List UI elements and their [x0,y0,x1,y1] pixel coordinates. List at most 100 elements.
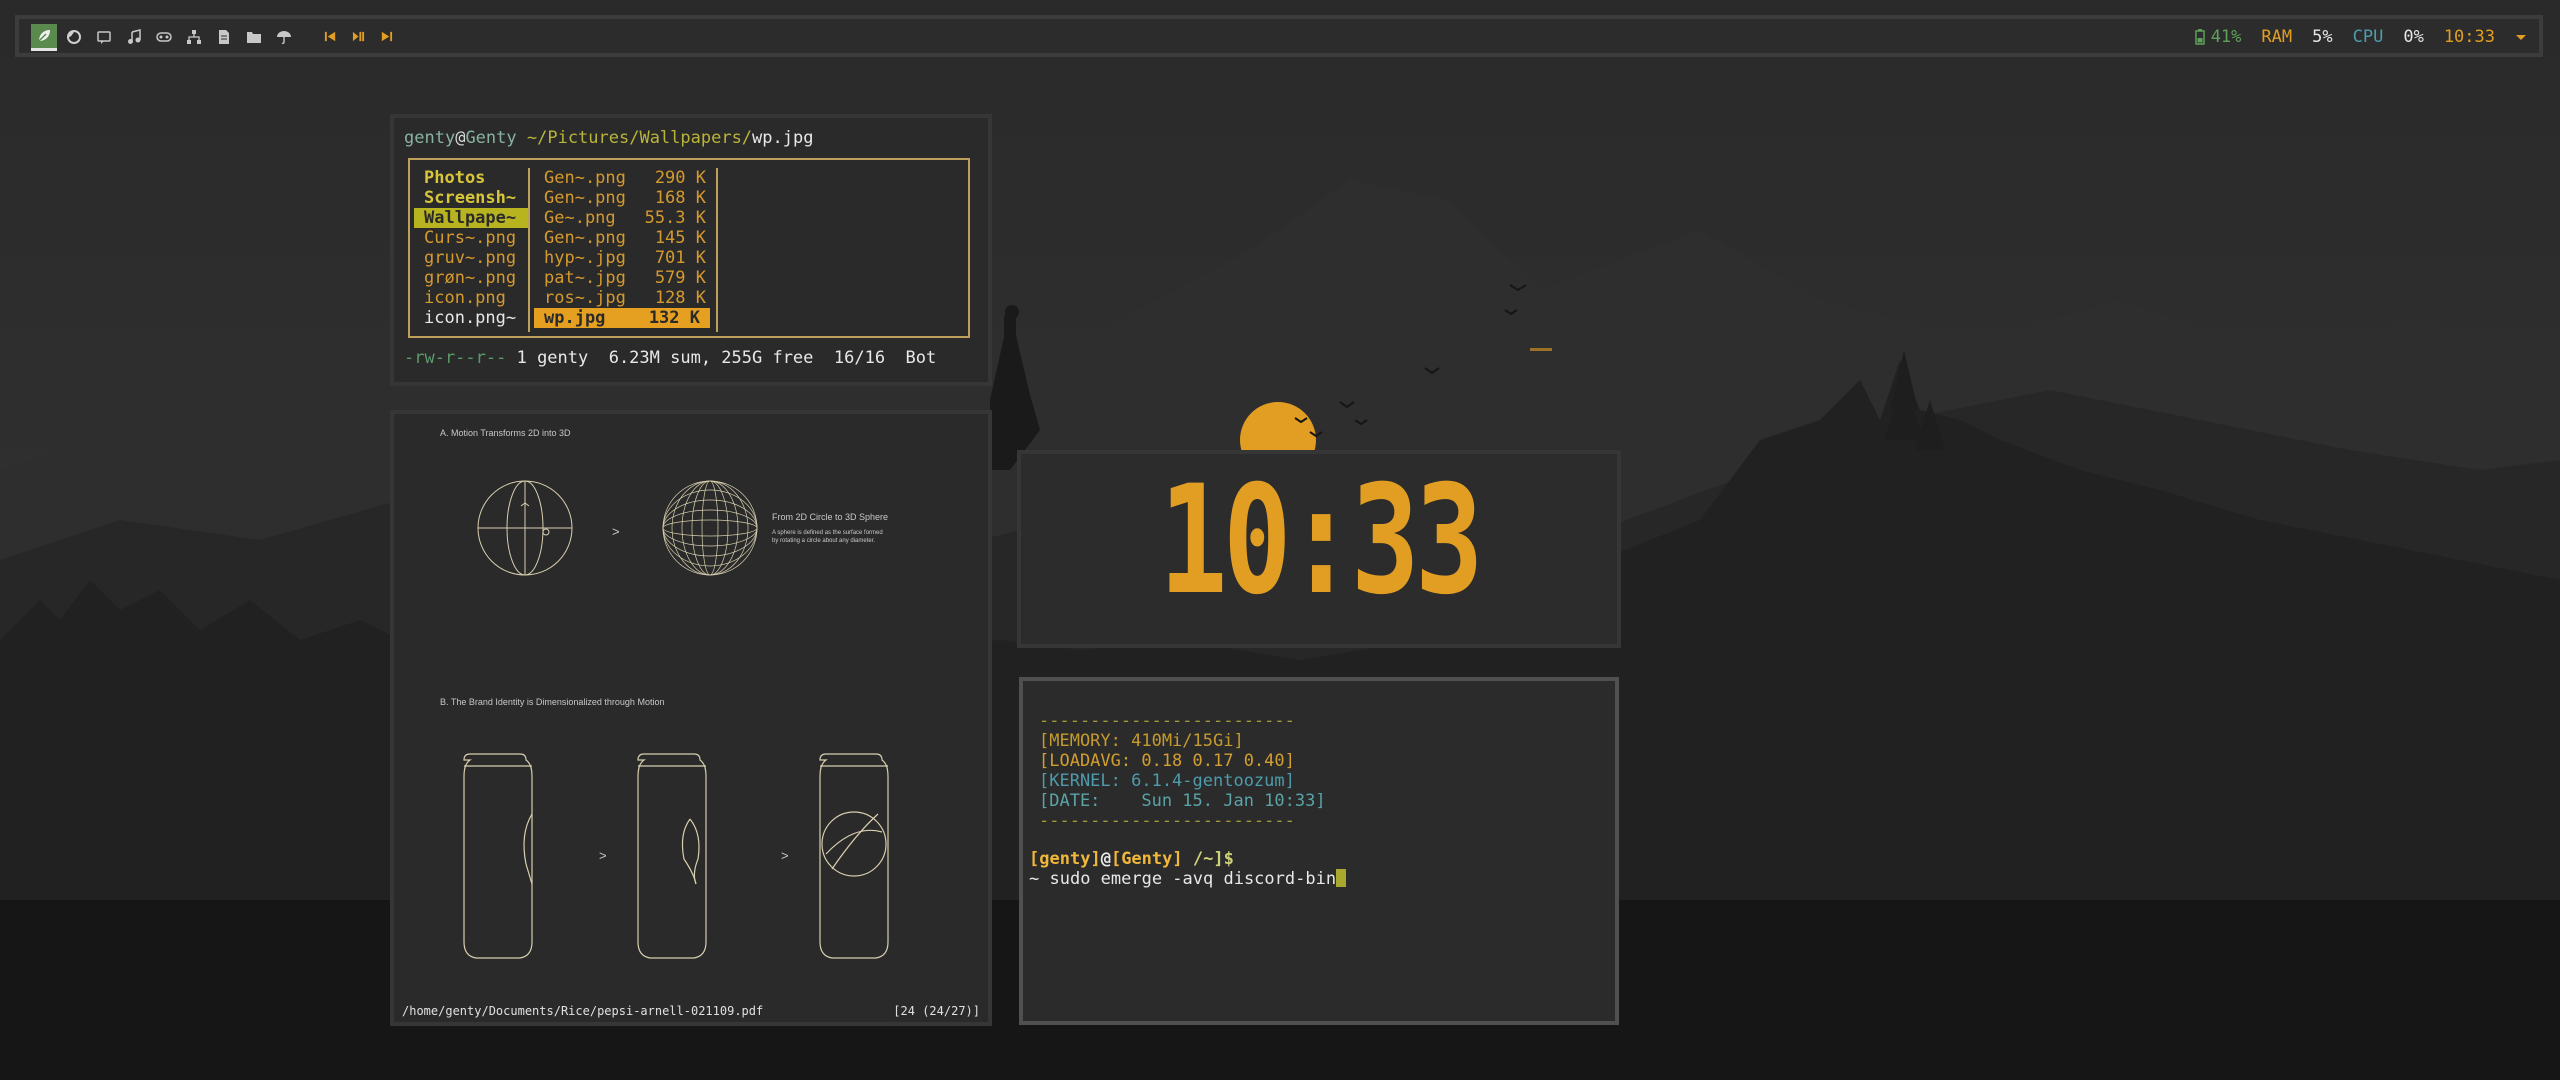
file-entry[interactable]: Gen~.png 145 K [530,228,716,248]
loadavg-line: [LOADAVG: 0.18 0.17 0.40] [1039,751,1295,771]
file-name: pat~.jpg [544,268,626,288]
document-icon[interactable] [211,24,237,50]
file-name: ros~.jpg [544,288,626,308]
file-permissions: -rw-r--r-- [404,348,507,368]
file-entry[interactable]: hyp~.jpg 701 K [530,248,716,268]
file-manager-header: genty@Genty ~/Pictures/Wallpapers/wp.jpg [404,128,814,148]
host-name: Genty [465,128,517,148]
file-size: 128 K [654,288,706,308]
file-info: 1 genty 6.23M sum, 255G free 16/16 Bot [506,348,937,368]
next-icon[interactable] [377,27,395,45]
ram-status[interactable]: RAM [2261,27,2292,47]
current-path: ~/Pictures/Wallpapers/ [526,128,753,148]
gamepad-icon[interactable] [151,24,177,50]
file-size: 168 K [654,188,706,208]
date-line: [DATE: Sun 15. Jan 10:33] [1039,791,1326,811]
workspace-leaf-icon[interactable] [31,24,57,51]
clock-window: 10:33 [1017,450,1621,648]
file-size: 55.3 K [644,208,706,228]
section-b-heading: B. The Brand Identity is Dimensionalized… [440,697,665,707]
pdf-file-path: /home/genty/Documents/Rice/pepsi-arnell-… [402,1004,764,1018]
file-manager-window[interactable]: genty@Genty ~/Pictures/Wallpapers/wp.jpg… [390,114,992,386]
clock-text: 10:33 [1159,454,1479,628]
file-entry[interactable]: Gen~.png 168 K [530,188,716,208]
parent-entry[interactable]: icon.png [410,288,528,308]
clock-display: 10:33 [1159,454,1485,628]
cpu-value: 0% [2403,27,2424,47]
sphere-diagram [662,480,758,576]
circle-diagram [477,480,573,576]
parent-entry[interactable]: gruv~.png [410,248,528,268]
ram-label: RAM [2261,27,2293,47]
file-entry[interactable]: Ge~.png 55.3 K [530,208,716,228]
prompt-user: genty [1039,849,1091,869]
shell-prompt: [genty]@[Genty] /~]$ [1029,849,1234,869]
file-name: hyp~.jpg [544,248,626,268]
firefox-icon[interactable] [61,24,87,50]
menu-chevron-icon[interactable] [2515,32,2527,42]
memory-line: [MEMORY: 410Mi/15Gi] [1039,731,1244,751]
sphere-title: From 2D Circle to 3D Sphere [772,512,889,522]
music-icon[interactable] [121,24,147,50]
current-column: Gen~.png 290 K Gen~.png 168 K Ge~.png 55.3 KG… [530,168,718,332]
command-text: sudo emerge -avq discord-bin [1049,869,1337,889]
prompt-host: Genty [1121,849,1173,869]
file-name: Ge~.png [544,208,616,228]
file-size: 132 K [648,308,700,328]
folder-icon[interactable] [241,24,267,50]
cpu-label: CPU [2352,27,2384,47]
parent-entry[interactable]: Photos [410,168,528,188]
current-file: wp.jpg [752,128,814,148]
file-name: Gen~.png [544,188,626,208]
parent-entry[interactable]: icon.png~ [410,308,528,328]
network-icon[interactable] [181,24,207,50]
top-bar: 41% RAM 5% CPU 0% 10:33 [15,15,2543,57]
arrow-3: > [781,848,789,863]
ram-value: 5% [2312,27,2333,47]
terminal-window[interactable]: ------------------------- [MEMORY: 410Mi… [1019,677,1619,1025]
pdf-page-indicator: [24 (24/27)] [893,1004,980,1018]
file-name: Gen~.png [544,168,626,188]
pdf-page [463,480,889,959]
file-name: wp.jpg [544,308,606,328]
file-size: 145 K [654,228,706,248]
battery-value: 41% [2210,27,2242,47]
parent-entry[interactable]: Curs~.png [410,228,528,248]
section-a-heading: A. Motion Transforms 2D into 3D [440,428,571,438]
parent-entry[interactable]: grøn~.png [410,268,528,288]
text-cursor [1336,869,1347,887]
file-entry[interactable]: ros~.jpg 128 K [530,288,716,308]
sphere-desc-2: by rotating a circle about any diameter. [772,538,876,544]
status-area: 41% RAM 5% CPU 0% 10:33 [2194,25,2527,49]
file-manager-footer: -rw-r--r-- 1 genty 6.23M sum, 255G free … [404,348,936,368]
file-columns: Photos Screensh~ Wallpape~ Curs~.png gruv~.p… [408,158,970,338]
file-size: 290 K [654,168,706,188]
chat-icon[interactable] [91,24,117,50]
battery-icon [2194,29,2205,45]
file-entry[interactable]: wp.jpg 132 K [534,308,710,328]
command-prefix: ~ [1029,869,1050,889]
kernel-line: [KERNEL: 6.1.4-gentoozum] [1039,771,1295,791]
bar-clock: 10:33 [2443,27,2495,47]
arrow-2: > [599,848,607,863]
sphere-desc-1: A sphere is defined as the surface forme… [772,530,883,536]
parent-entry[interactable]: Wallpape~ [414,208,528,228]
separator-top: ------------------------- [1039,711,1295,731]
parent-column: Photos Screensh~ Wallpape~ Curs~.png gruv~.p… [410,168,530,332]
prompt-dir: ~ [1203,849,1214,869]
command-line[interactable]: ~ sudo emerge -avq discord-bin [1029,869,1347,889]
parent-entry[interactable]: Screensh~ [410,188,528,208]
pdf-statusline: /home/genty/Documents/Rice/pepsi-arnell-… [394,1000,988,1022]
file-size: 579 K [654,268,706,288]
file-entry[interactable]: pat~.jpg 579 K [530,268,716,288]
battery-status[interactable]: 41% [2194,27,2242,47]
separator-bottom: ------------------------- [1039,811,1295,831]
file-entry[interactable]: Gen~.png 290 K [530,168,716,188]
umbrella-icon[interactable] [271,24,297,50]
previous-icon[interactable] [321,27,339,45]
can-diagrams [463,753,889,959]
pdf-viewer-window[interactable]: A. Motion Transforms 2D into 3D > From 2… [390,410,992,1026]
play-pause-icon[interactable] [349,27,367,45]
file-name: Gen~.png [544,228,626,248]
file-size: 701 K [654,248,706,268]
